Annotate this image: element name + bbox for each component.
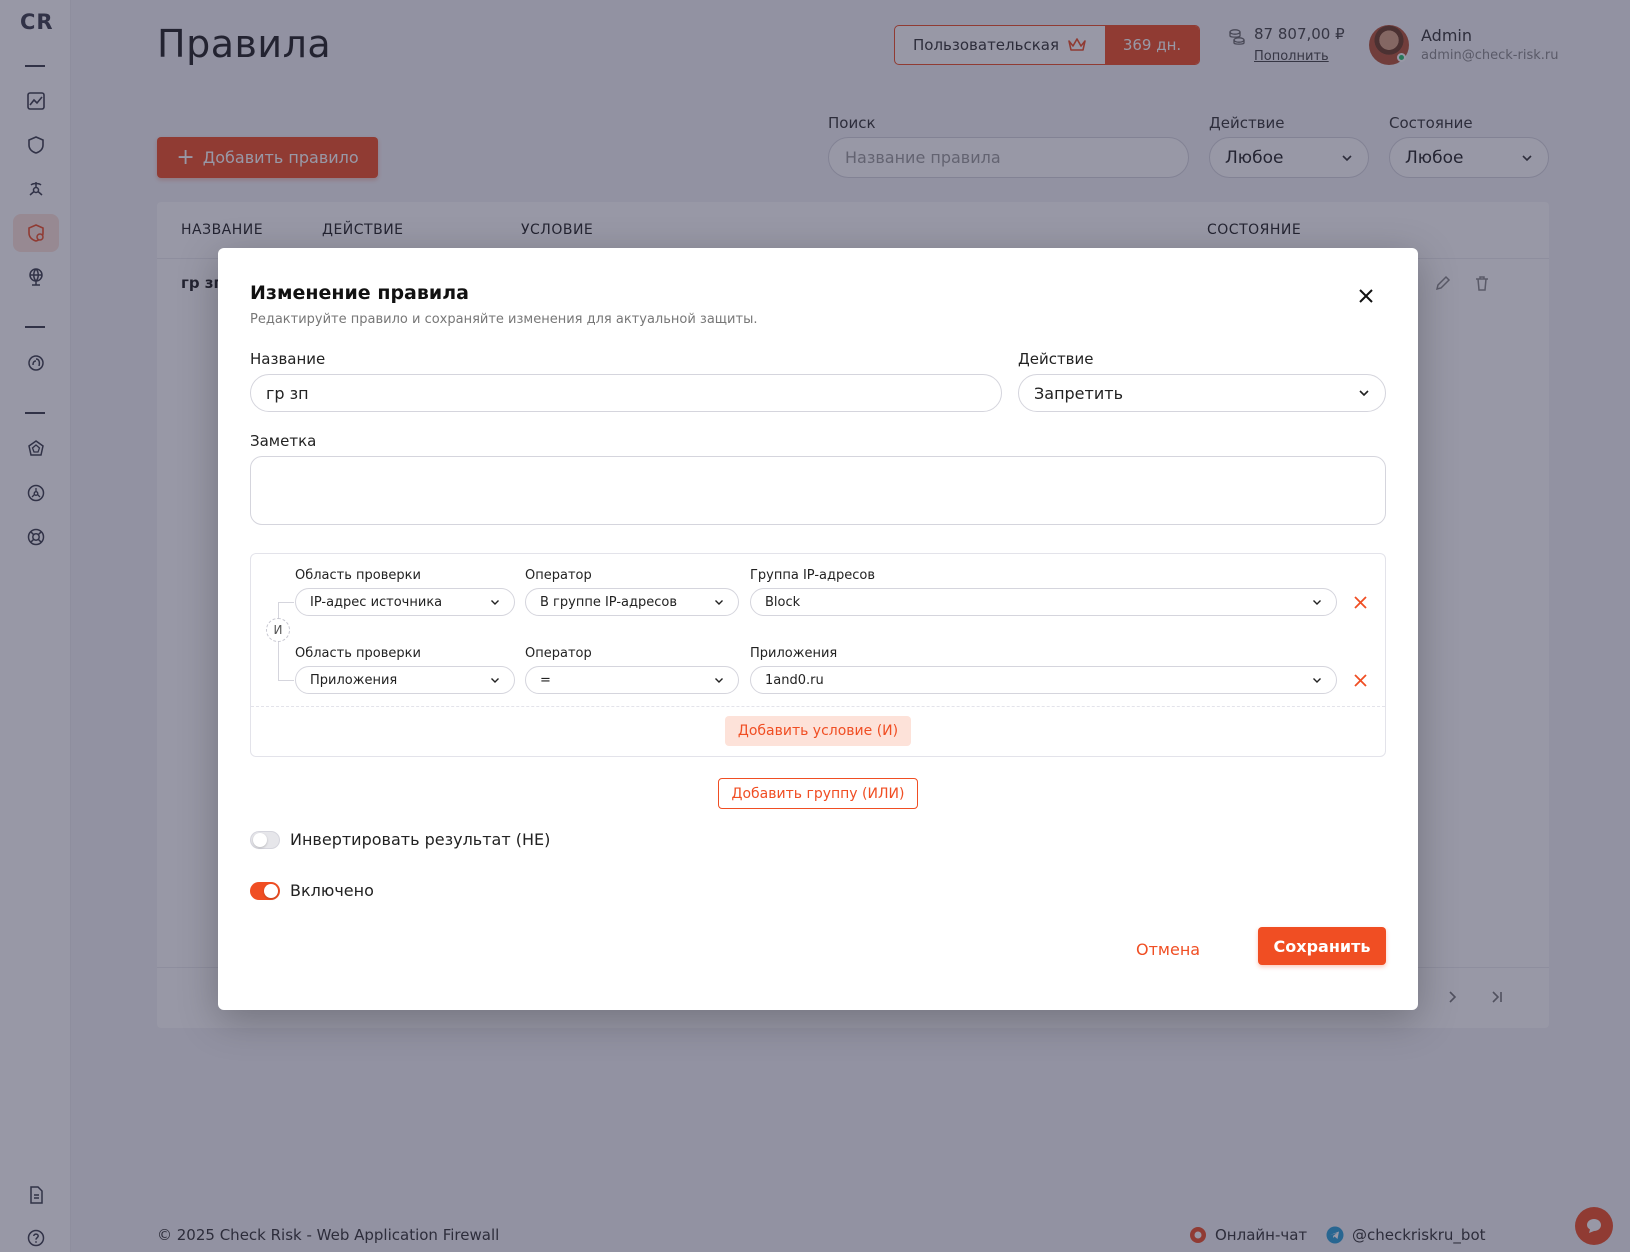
enabled-toggle[interactable] <box>250 882 280 900</box>
condition-divider <box>251 706 1385 707</box>
toggle-knob <box>264 884 278 898</box>
add-condition-button[interactable]: Добавить условие (И) <box>725 716 911 746</box>
scope-label: Область проверки <box>295 646 421 661</box>
enabled-label: Включено <box>290 881 374 900</box>
invert-label: Инвертировать результат (НЕ) <box>290 830 551 849</box>
tree-connector <box>278 680 294 681</box>
tree-connector <box>278 602 294 603</box>
operator-label: Оператор <box>525 568 592 583</box>
scope-label: Область проверки <box>295 568 421 583</box>
cancel-button[interactable]: Отмена <box>1136 940 1200 959</box>
value-value: Block <box>765 594 801 610</box>
value-value: 1and0.ru <box>765 672 824 688</box>
scope-select[interactable]: IP-адрес источника <box>295 588 515 616</box>
remove-condition-icon[interactable] <box>1354 596 1367 609</box>
operator-select[interactable]: = <box>525 666 739 694</box>
rule-name-field[interactable]: гр зп <box>250 374 1002 412</box>
chevron-down-icon <box>491 599 499 605</box>
close-icon[interactable] <box>1358 288 1374 304</box>
chevron-down-icon <box>715 599 723 605</box>
condition-group: И Область проверки IP-адрес источника Оп… <box>250 553 1386 757</box>
action-select[interactable]: Запретить <box>1018 374 1386 412</box>
note-textarea[interactable] <box>250 456 1386 525</box>
value-select[interactable]: Block <box>750 588 1337 616</box>
save-button[interactable]: Сохранить <box>1258 927 1386 965</box>
note-label: Заметка <box>250 432 317 450</box>
operator-label: Оператор <box>525 646 592 661</box>
scope-value: IP-адрес источника <box>310 594 443 610</box>
operator-select[interactable]: В группе IP-адресов <box>525 588 739 616</box>
chevron-down-icon <box>491 677 499 683</box>
remove-condition-icon[interactable] <box>1354 674 1367 687</box>
and-operator-badge: И <box>266 618 290 642</box>
modal-title: Изменение правила <box>250 282 469 304</box>
edit-rule-modal: Изменение правила Редактируйте правило и… <box>218 248 1418 1010</box>
modal-subtitle: Редактируйте правило и сохраняйте измене… <box>250 312 758 327</box>
action-label: Действие <box>1018 350 1094 368</box>
scope-select[interactable]: Приложения <box>295 666 515 694</box>
chevron-down-icon <box>1313 599 1321 605</box>
chevron-down-icon <box>1313 677 1321 683</box>
invert-toggle[interactable] <box>250 831 280 849</box>
operator-value: = <box>540 672 551 688</box>
chevron-down-icon <box>1359 390 1369 397</box>
name-label: Название <box>250 350 326 368</box>
operator-value: В группе IP-адресов <box>540 594 678 610</box>
add-group-button[interactable]: Добавить группу (ИЛИ) <box>718 778 918 809</box>
chevron-down-icon <box>715 677 723 683</box>
toggle-knob <box>253 833 267 847</box>
action-select-value: Запретить <box>1034 383 1123 403</box>
value-select[interactable]: 1and0.ru <box>750 666 1337 694</box>
value-label: Приложения <box>750 646 838 661</box>
scope-value: Приложения <box>310 672 398 688</box>
value-label: Группа IP-адресов <box>750 568 876 583</box>
